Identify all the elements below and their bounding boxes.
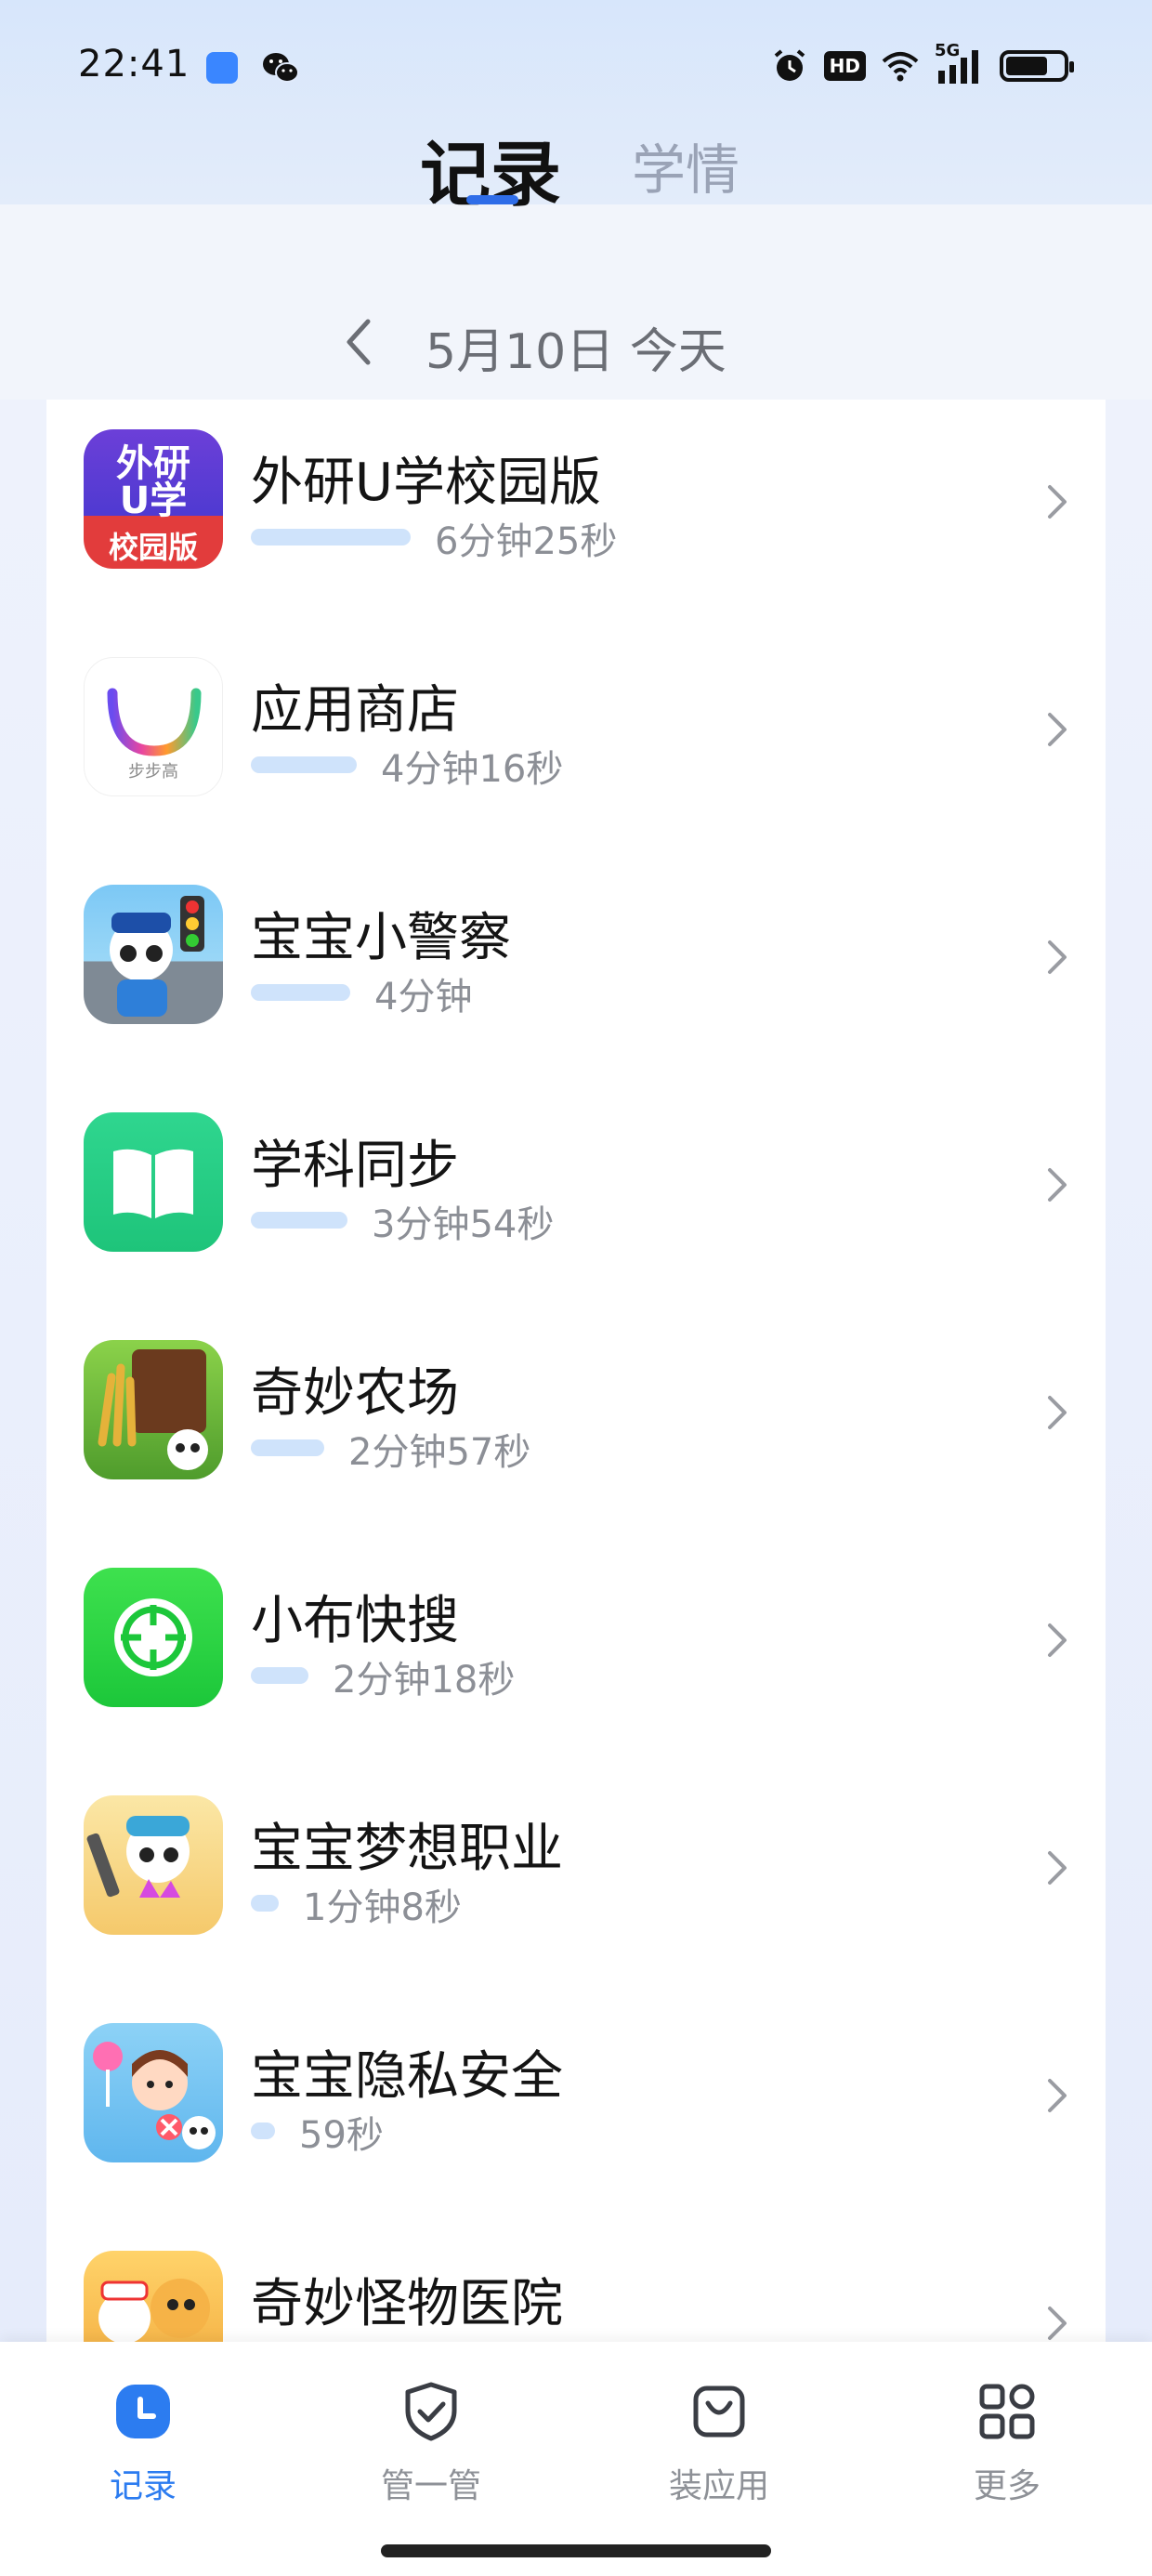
clock-icon: [116, 2385, 170, 2438]
quick-search-icon: [84, 1568, 223, 1707]
usage-duration: 4分钟16秒: [381, 748, 564, 791]
app-name: 外研U学校园版: [251, 453, 601, 513]
nav-record[interactable]: 记录: [50, 2379, 236, 2507]
notification-app-icon: [206, 52, 238, 84]
cellular-signal-icon: 5G: [935, 41, 985, 85]
battery-fill: [1006, 57, 1047, 75]
list-item[interactable]: 宝宝小警察 4分钟: [46, 855, 1106, 1083]
usage-bar: [251, 1667, 308, 1684]
panda-police-art: [110, 896, 204, 1017]
book-icon: [84, 1112, 223, 1252]
chevron-right-icon: [1048, 2079, 1067, 2112]
app-name: 小布快搜: [251, 1591, 459, 1651]
farm-art: [98, 1349, 208, 1470]
wifi-icon: [882, 52, 919, 82]
baby-police-icon: [84, 885, 223, 1024]
nav-install-apps[interactable]: 装应用: [626, 2379, 812, 2507]
list-item[interactable]: 宝宝梦想职业 1分钟8秒: [46, 1766, 1106, 1993]
usage-bar: [251, 529, 411, 545]
crosshair-art: [114, 1598, 192, 1676]
usage-duration: 1分钟8秒: [303, 1886, 462, 1929]
alarm-icon: [774, 49, 805, 81]
girl-lollipop-art: [93, 2042, 216, 2149]
signal-bars-icon: [938, 50, 978, 84]
chevron-right-icon: [1048, 2307, 1067, 2340]
status-time: 22:41: [78, 43, 190, 85]
usage-bar: [251, 756, 357, 773]
app-name: 学科同步: [251, 1136, 459, 1196]
app-store-icon: 步步高: [84, 657, 223, 796]
shield-check-icon: [405, 2382, 457, 2441]
nav-label: 更多: [973, 2467, 1041, 2505]
nav-more[interactable]: 更多: [914, 2379, 1100, 2507]
chevron-right-icon: [1048, 485, 1067, 519]
chevron-right-icon: [1048, 713, 1067, 746]
list-item[interactable]: 外研 U学 校园版 外研U学校园版 6分钟25秒: [46, 400, 1106, 627]
list-item[interactable]: 小布快搜 2分钟18秒: [46, 1538, 1106, 1766]
app-name: 应用商店: [251, 680, 459, 741]
nav-label: 装应用: [668, 2467, 769, 2505]
icon-brand-text: 步步高: [128, 762, 178, 782]
app-name: 宝宝小警察: [251, 908, 511, 968]
side-background-right: [1106, 400, 1152, 2342]
chevron-right-icon: [1048, 1851, 1067, 1885]
app-name: 奇妙农场: [251, 1363, 459, 1424]
farm-icon: [84, 1340, 223, 1479]
shopping-bag-icon: [693, 2385, 745, 2438]
app-usage-list: 外研 U学 校园版 外研U学校园版 6分钟25秒 步步高 应用商店 4分钟16秒: [46, 400, 1106, 2342]
chevron-right-icon: [1048, 940, 1067, 974]
usage-duration: 2分钟57秒: [348, 1431, 531, 1474]
chevron-right-icon: [1048, 1623, 1067, 1657]
icon-text-bottom: 校园版: [108, 530, 198, 565]
nav-label: 管一管: [380, 2467, 481, 2505]
usage-bar: [251, 2123, 275, 2139]
date-label: 5月10日 今天: [425, 324, 727, 380]
app-name: 宝宝隐私安全: [251, 2046, 563, 2107]
home-indicator[interactable]: [381, 2544, 771, 2557]
app-name: 宝宝梦想职业: [251, 1819, 563, 1879]
bottom-navigation: 记录 管一管 装应用 更多: [0, 2342, 1152, 2576]
wechat-icon: [263, 53, 299, 83]
list-item[interactable]: 宝宝隐私安全 59秒: [46, 1993, 1106, 2221]
app-icon-waiyan: 外研 U学 校园版: [84, 429, 223, 569]
date-navigation: 5月10日 今天: [0, 307, 1152, 381]
list-item[interactable]: 步步高 应用商店 4分钟16秒: [46, 627, 1106, 855]
tab-study[interactable]: 学情: [632, 126, 740, 204]
usage-duration: 4分钟: [374, 976, 473, 1019]
grid-icon: [979, 2384, 1035, 2439]
open-book-art: [113, 1149, 193, 1218]
top-tabs: 记录 学情: [0, 110, 1152, 216]
usage-bar: [251, 1439, 324, 1456]
usage-bar: [251, 1212, 347, 1229]
nav-label: 记录: [109, 2467, 177, 2505]
usage-duration: 6分钟25秒: [435, 520, 618, 563]
usage-bar: [251, 1895, 279, 1912]
usage-duration: 59秒: [299, 2114, 384, 2157]
chevron-right-icon: [1048, 1396, 1067, 1429]
list-item[interactable]: 奇妙怪物医院: [46, 2221, 1106, 2342]
status-icons: HD 5G: [770, 41, 1074, 85]
monster-doctor-art: [98, 2279, 210, 2342]
usage-duration: 2分钟18秒: [333, 1659, 516, 1702]
nav-manage[interactable]: 管一管: [338, 2379, 524, 2507]
app-name: 奇妙怪物医院: [251, 2274, 563, 2334]
privacy-safety-icon: [84, 2023, 223, 2162]
icon-text-mid: U学: [119, 480, 188, 522]
hd-badge: HD: [823, 51, 866, 81]
chevron-right-icon: [1048, 1168, 1067, 1202]
panda-doctor-art: [86, 1816, 190, 1898]
battery-icon: [1000, 50, 1074, 82]
monster-hospital-icon: [84, 2251, 223, 2342]
active-tab-indicator: [466, 195, 518, 204]
dream-job-icon: [84, 1795, 223, 1935]
list-item[interactable]: 学科同步 3分钟54秒: [46, 1083, 1106, 1310]
list-item[interactable]: 奇妙农场 2分钟57秒: [46, 1310, 1106, 1538]
side-background-left: [0, 400, 46, 2342]
usage-bar: [251, 984, 350, 1001]
usage-duration: 3分钟54秒: [372, 1203, 555, 1246]
chevron-left-icon[interactable]: [338, 314, 379, 370]
